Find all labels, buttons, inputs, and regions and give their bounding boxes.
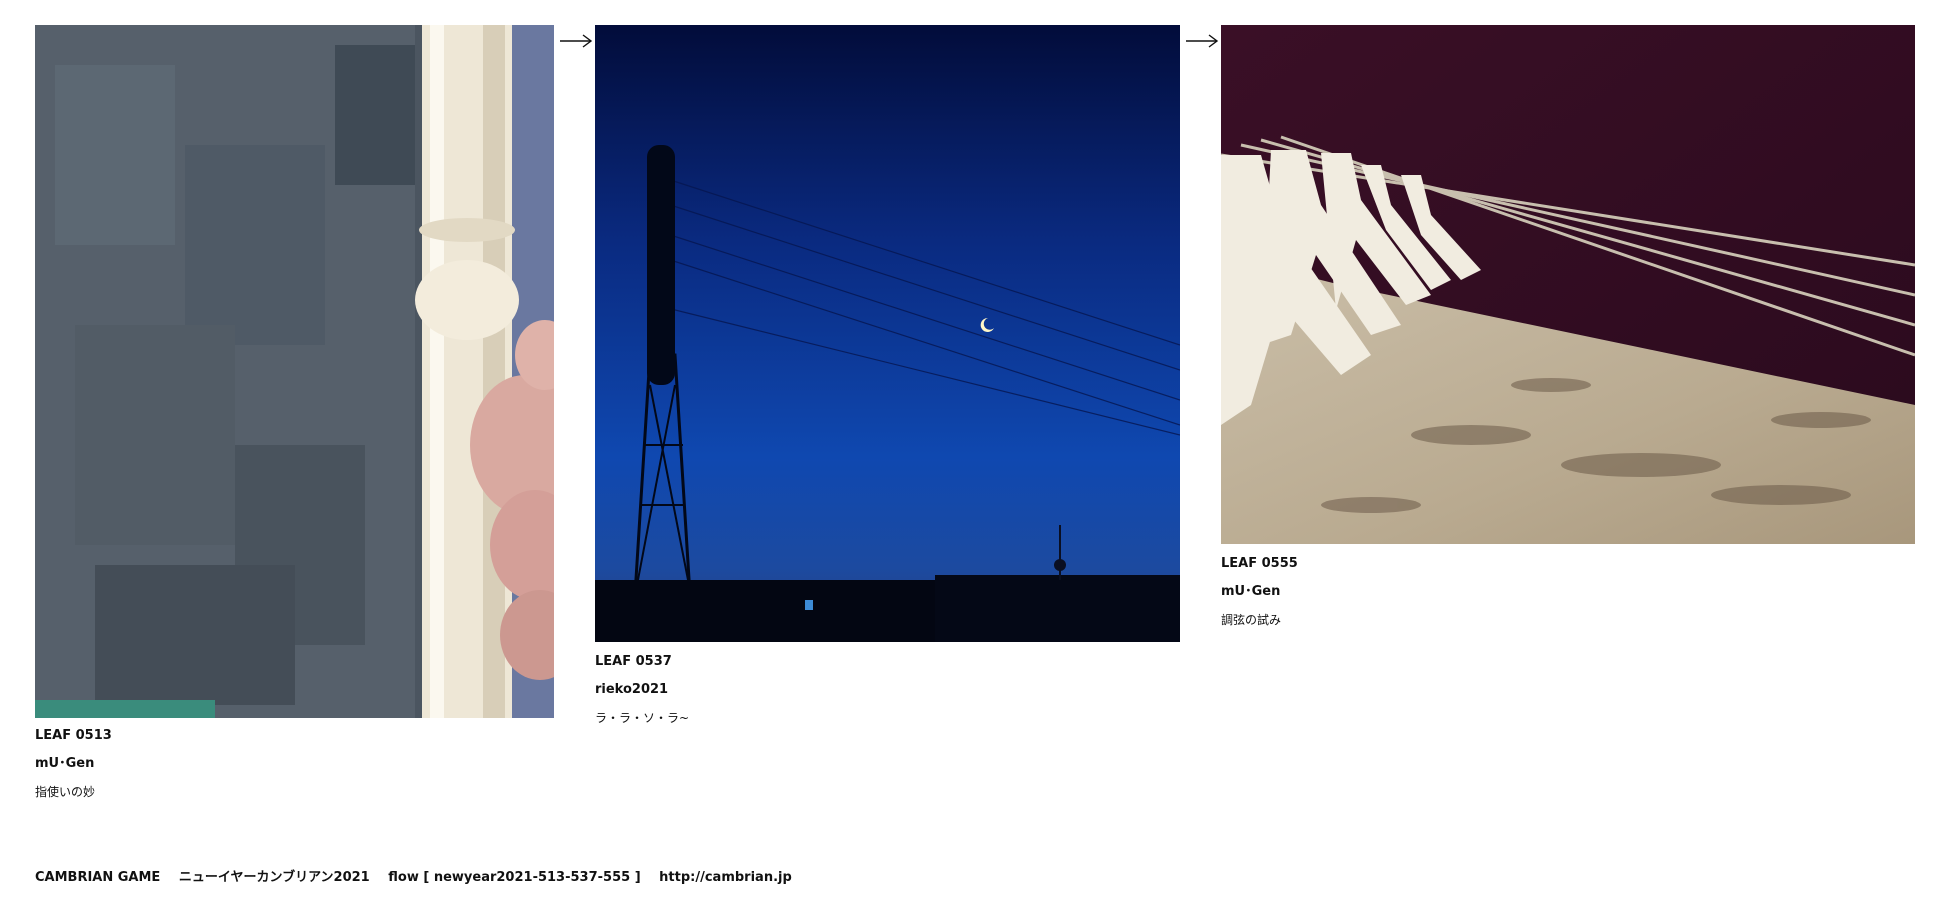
leaf-author[interactable]: mU･Gen <box>35 755 112 783</box>
leaf-id[interactable]: LEAF 0537 <box>595 653 689 681</box>
footer-brand[interactable]: CAMBRIAN GAME <box>35 870 160 885</box>
leaf-title: ラ・ラ・ソ・ラ~ <box>595 711 690 725</box>
leaf-image-recorder[interactable] <box>35 25 554 718</box>
leaf-title: 調弦の試み <box>1221 613 1282 627</box>
leaf-caption: LEAF 0555 mU･Gen 調弦の試み <box>1221 555 1298 639</box>
footer-flow: flow [ newyear2021-513-537-555 ] <box>388 870 641 885</box>
arrow-right-icon <box>1186 34 1219 48</box>
footer-series: ニューイヤーカンブリアン2021 <box>178 870 370 885</box>
leaf-title: 指使いの妙 <box>35 785 96 799</box>
leaf-caption: LEAF 0537 rieko2021 ラ・ラ・ソ・ラ~ <box>595 653 689 737</box>
leaf-author[interactable]: rieko2021 <box>595 681 689 709</box>
leaf-author[interactable]: mU･Gen <box>1221 583 1298 611</box>
page: LEAF 0513 mU･Gen 指使いの妙 LEAF 0537 rieko20… <box>0 0 1949 900</box>
leaf-id[interactable]: LEAF 0555 <box>1221 555 1298 583</box>
leaf-image-koto[interactable] <box>1221 25 1915 544</box>
leaf-id[interactable]: LEAF 0513 <box>35 727 112 755</box>
footer-site-link[interactable]: http://cambrian.jp <box>659 870 792 885</box>
leaf-image-night-sky[interactable] <box>595 25 1180 642</box>
site-footer: CAMBRIAN GAME ニューイヤーカンブリアン2021 flow [ ne… <box>35 866 792 885</box>
arrow-right-icon <box>560 34 593 48</box>
leaf-caption: LEAF 0513 mU･Gen 指使いの妙 <box>35 727 112 811</box>
